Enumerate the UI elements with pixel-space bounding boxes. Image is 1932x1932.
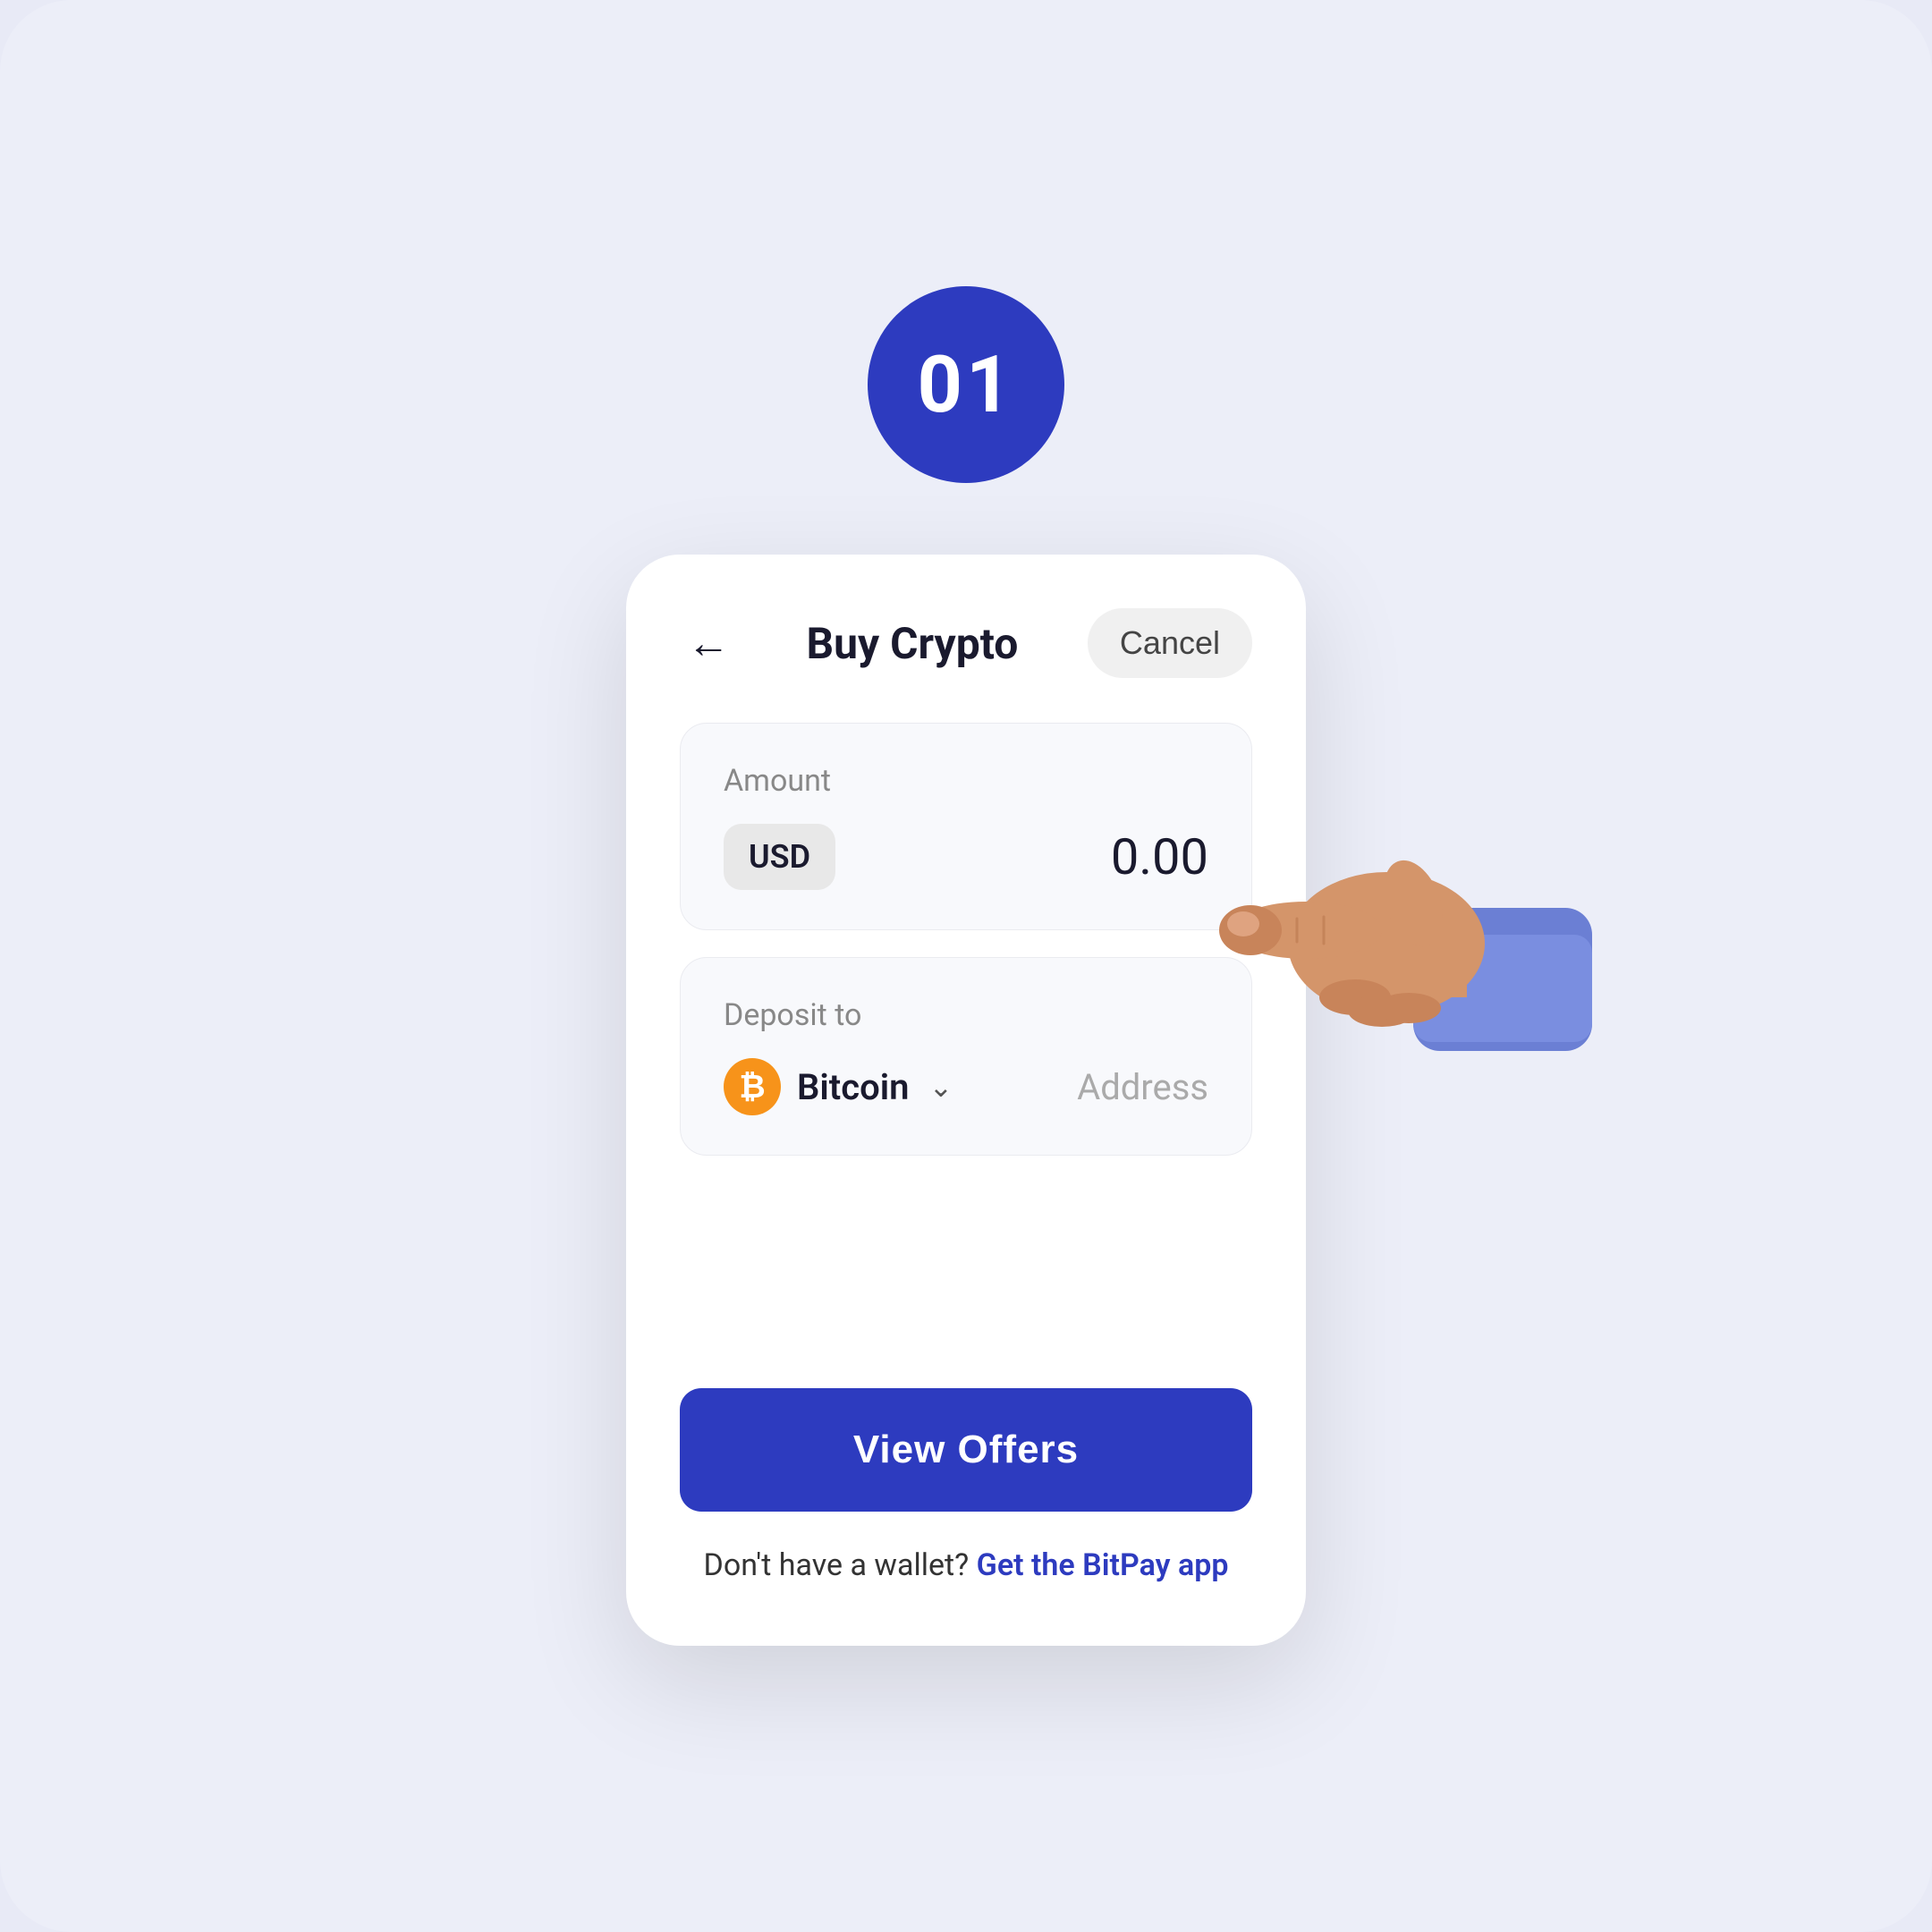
crypto-name: Bitcoin	[797, 1066, 909, 1108]
amount-label: Amount	[724, 763, 1208, 799]
phone-card: ← Buy Crypto Cancel Amount USD 0.00 Depo…	[626, 555, 1306, 1646]
get-bitpay-link[interactable]: Get the BitPay app	[977, 1547, 1229, 1583]
app-header: ← Buy Crypto Cancel	[680, 608, 1252, 678]
wallet-text: Don't have a wallet? Get the BitPay app	[680, 1547, 1252, 1583]
amount-row: USD 0.00	[724, 824, 1208, 890]
phone-container: ← Buy Crypto Cancel Amount USD 0.00 Depo…	[626, 555, 1306, 1646]
back-icon: ←	[687, 622, 730, 665]
cancel-button[interactable]: Cancel	[1088, 608, 1252, 678]
deposit-row: ₿ Bitcoin ⌄ Address	[724, 1058, 1208, 1115]
page-title: Buy Crypto	[807, 618, 1019, 669]
crypto-selector[interactable]: ₿ Bitcoin ⌄	[724, 1058, 953, 1115]
bitcoin-icon: ₿	[724, 1058, 781, 1115]
page-wrapper: 01 ← Buy Crypto Cancel Amount USD 0.00	[0, 0, 1932, 1932]
amount-value[interactable]: 0.00	[1111, 827, 1208, 886]
bitcoin-symbol: ₿	[739, 1068, 765, 1106]
step-number: 01	[918, 339, 1015, 431]
step-badge: 01	[868, 286, 1064, 483]
amount-card: Amount USD 0.00	[680, 723, 1252, 930]
deposit-label: Deposit to	[724, 997, 1208, 1033]
spacer	[680, 1209, 1252, 1388]
currency-badge[interactable]: USD	[724, 824, 835, 890]
address-placeholder[interactable]: Address	[1077, 1066, 1208, 1108]
view-offers-button[interactable]: View Offers	[680, 1388, 1252, 1512]
chevron-down-icon: ⌄	[928, 1070, 953, 1104]
no-wallet-label: Don't have a wallet?	[704, 1547, 970, 1583]
deposit-card: Deposit to ₿ Bitcoin ⌄ Address	[680, 957, 1252, 1156]
back-button[interactable]: ←	[680, 614, 737, 672]
